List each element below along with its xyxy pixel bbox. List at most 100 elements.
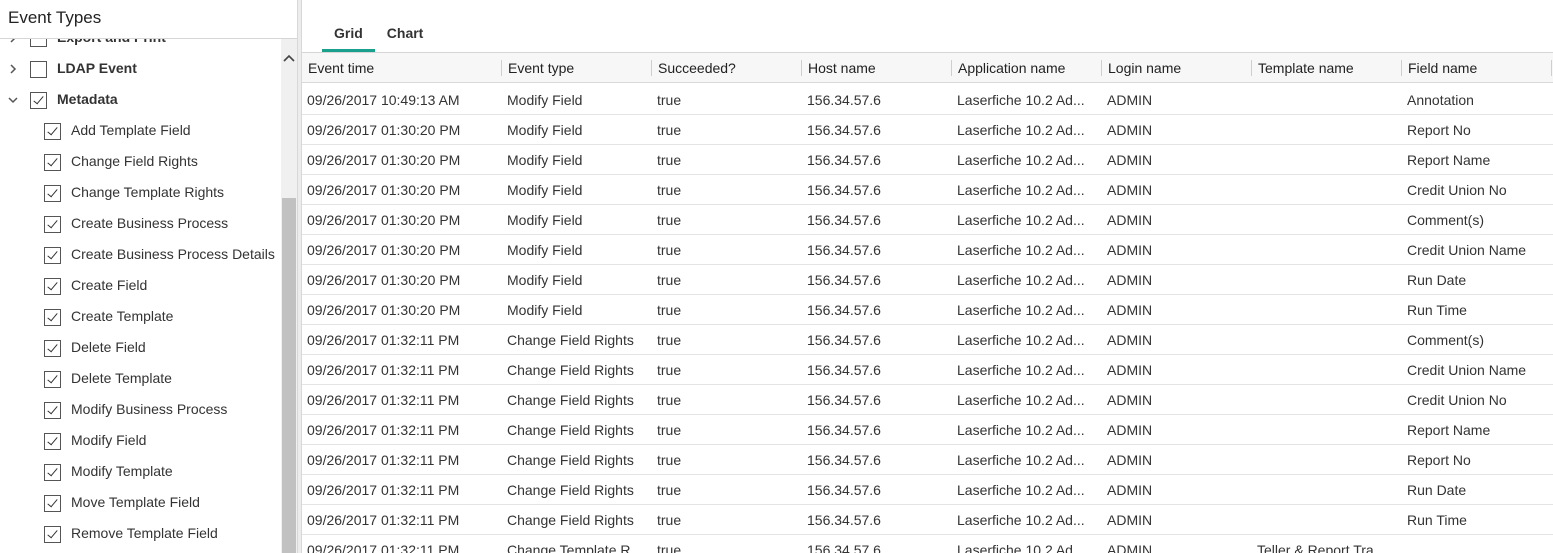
checkbox[interactable]: [44, 247, 61, 264]
table-row[interactable]: 09/26/2017 01:30:20 PM Modify Field true 15…: [302, 265, 1553, 295]
table-row[interactable]: 09/26/2017 01:32:11 PM Change Field Right…: [302, 325, 1553, 355]
tree-item-label: Move Template Field: [71, 494, 200, 510]
table-cell: Change Field Rights: [507, 512, 634, 528]
checkbox[interactable]: [44, 123, 61, 140]
tree-item[interactable]: Create Field: [0, 271, 280, 302]
table-cell: true: [657, 422, 682, 438]
table-cell: Laserfiche 10.2 Ad...: [957, 152, 1085, 168]
table-row[interactable]: 09/26/2017 01:30:20 PM Modify Field true 15…: [302, 235, 1553, 265]
tree-item[interactable]: Metadata: [0, 85, 280, 116]
tree-item[interactable]: Add Template Field: [0, 116, 280, 147]
table-cell: [1252, 355, 1397, 385]
table-row[interactable]: 09/26/2017 01:30:20 PM Modify Field true 15…: [302, 205, 1553, 235]
tree-item-label: Create Field: [71, 277, 148, 293]
checkbox[interactable]: [44, 185, 61, 202]
table-row[interactable]: 09/26/2017 01:32:11 PM Change Field Right…: [302, 475, 1553, 505]
chevron-right-icon[interactable]: [6, 62, 20, 76]
tab-chart[interactable]: Chart: [375, 14, 436, 52]
table-row[interactable]: 09/26/2017 01:30:20 PM Modify Field true 15…: [302, 295, 1553, 325]
table-cell: 156.34.57.6: [807, 422, 881, 438]
tree-item[interactable]: Create Business Process Details: [0, 240, 280, 271]
tab-grid[interactable]: Grid: [322, 14, 375, 52]
table-cell: 09/26/2017 01:30:20 PM: [307, 152, 461, 168]
column-header[interactable]: Template name: [1252, 53, 1397, 83]
tree-item[interactable]: Modify Field: [0, 426, 280, 457]
tree-item[interactable]: Create Business Process: [0, 209, 280, 240]
column-header[interactable]: Event type: [502, 53, 647, 83]
table-cell: true: [657, 122, 682, 138]
tree-item[interactable]: Change Field Rights: [0, 147, 280, 178]
tree-item[interactable]: Modify Template: [0, 457, 280, 488]
table-cell: Modify Field: [507, 122, 583, 138]
checkbox[interactable]: [30, 39, 47, 47]
table-row[interactable]: 09/26/2017 01:30:20 PM Modify Field true 15…: [302, 175, 1553, 205]
table-cell: true: [657, 272, 682, 288]
column-header[interactable]: Host name: [802, 53, 947, 83]
checkbox[interactable]: [44, 371, 61, 388]
checkbox[interactable]: [30, 92, 47, 109]
column-separator[interactable]: [1551, 60, 1552, 76]
table-cell: 156.34.57.6: [807, 362, 881, 378]
table-row[interactable]: 09/26/2017 01:32:11 PM Change Field Right…: [302, 445, 1553, 475]
table-cell: Report No: [1407, 122, 1471, 138]
checkbox[interactable]: [44, 154, 61, 171]
events-grid: Event time Event type Succeeded? Host name A…: [302, 53, 1553, 553]
column-header[interactable]: Application name: [952, 53, 1092, 83]
checkbox[interactable]: [44, 340, 61, 357]
table-cell: [1252, 445, 1397, 475]
table-cell: true: [657, 152, 682, 168]
table-cell: true: [657, 482, 682, 498]
table-row[interactable]: 09/26/2017 01:32:11 PM Change Field Right…: [302, 355, 1553, 385]
tree-item-label: Modify Business Process: [71, 401, 228, 417]
column-header[interactable]: Event time: [302, 53, 497, 83]
table-row[interactable]: 09/26/2017 01:32:11 PM Change Field Right…: [302, 415, 1553, 445]
checkbox[interactable]: [44, 216, 61, 233]
table-cell: Credit Union Name: [1407, 362, 1527, 378]
table-cell: 09/26/2017 01:30:20 PM: [307, 242, 461, 258]
tree-item[interactable]: Create Template: [0, 302, 280, 333]
table-cell: ADMIN: [1107, 482, 1153, 498]
checkbox[interactable]: [44, 464, 61, 481]
tree-item[interactable]: Move Template Field: [0, 488, 280, 519]
table-cell: Credit Union No: [1407, 392, 1507, 408]
checkbox[interactable]: [44, 433, 61, 450]
table-cell: Change Template R...: [507, 542, 643, 553]
scrollbar-thumb[interactable]: [282, 198, 296, 553]
tree-item[interactable]: Delete Field: [0, 333, 280, 364]
chevron-down-icon[interactable]: [6, 93, 20, 107]
tree-item[interactable]: Remove Template Field: [0, 519, 280, 550]
table-cell: Run Time: [1407, 512, 1467, 528]
table-cell: true: [657, 542, 682, 553]
event-types-tree: Export and Print LDAP Event Metadata Add Te…: [0, 39, 280, 553]
column-header[interactable]: Field name: [1402, 53, 1553, 83]
table-row[interactable]: 09/26/2017 01:32:11 PM Change Template R.…: [302, 535, 1553, 553]
table-cell: [1252, 505, 1397, 535]
table-row[interactable]: 09/26/2017 01:30:20 PM Modify Field true 15…: [302, 145, 1553, 175]
table-cell: [1252, 265, 1397, 295]
table-cell: [1252, 415, 1397, 445]
scroll-up-icon[interactable]: [281, 50, 297, 66]
checkbox[interactable]: [44, 495, 61, 512]
table-cell: true: [657, 92, 682, 108]
table-row[interactable]: 09/26/2017 10:49:13 AM Modify Field true 15…: [302, 85, 1553, 115]
column-header[interactable]: Login name: [1102, 53, 1247, 83]
tree-item[interactable]: Delete Template: [0, 364, 280, 395]
chevron-right-icon[interactable]: [6, 39, 20, 45]
checkbox[interactable]: [44, 278, 61, 295]
checkbox[interactable]: [44, 402, 61, 419]
tree-item[interactable]: LDAP Event: [0, 54, 280, 85]
tree-item[interactable]: Change Template Rights: [0, 178, 280, 209]
checkbox[interactable]: [30, 61, 47, 78]
table-cell: 09/26/2017 01:30:20 PM: [307, 122, 461, 138]
column-header[interactable]: Succeeded?: [652, 53, 797, 83]
checkbox[interactable]: [44, 309, 61, 326]
table-row[interactable]: 09/26/2017 01:30:20 PM Modify Field true 15…: [302, 115, 1553, 145]
table-cell: 09/26/2017 01:32:11 PM: [307, 392, 460, 408]
table-row[interactable]: 09/26/2017 01:32:11 PM Change Field Right…: [302, 385, 1553, 415]
tree-item[interactable]: Export and Print: [0, 39, 280, 54]
table-cell: 156.34.57.6: [807, 272, 881, 288]
table-cell: 09/26/2017 01:30:20 PM: [307, 212, 461, 228]
tree-item[interactable]: Modify Business Process: [0, 395, 280, 426]
table-row[interactable]: 09/26/2017 01:32:11 PM Change Field Right…: [302, 505, 1553, 535]
checkbox[interactable]: [44, 526, 61, 543]
